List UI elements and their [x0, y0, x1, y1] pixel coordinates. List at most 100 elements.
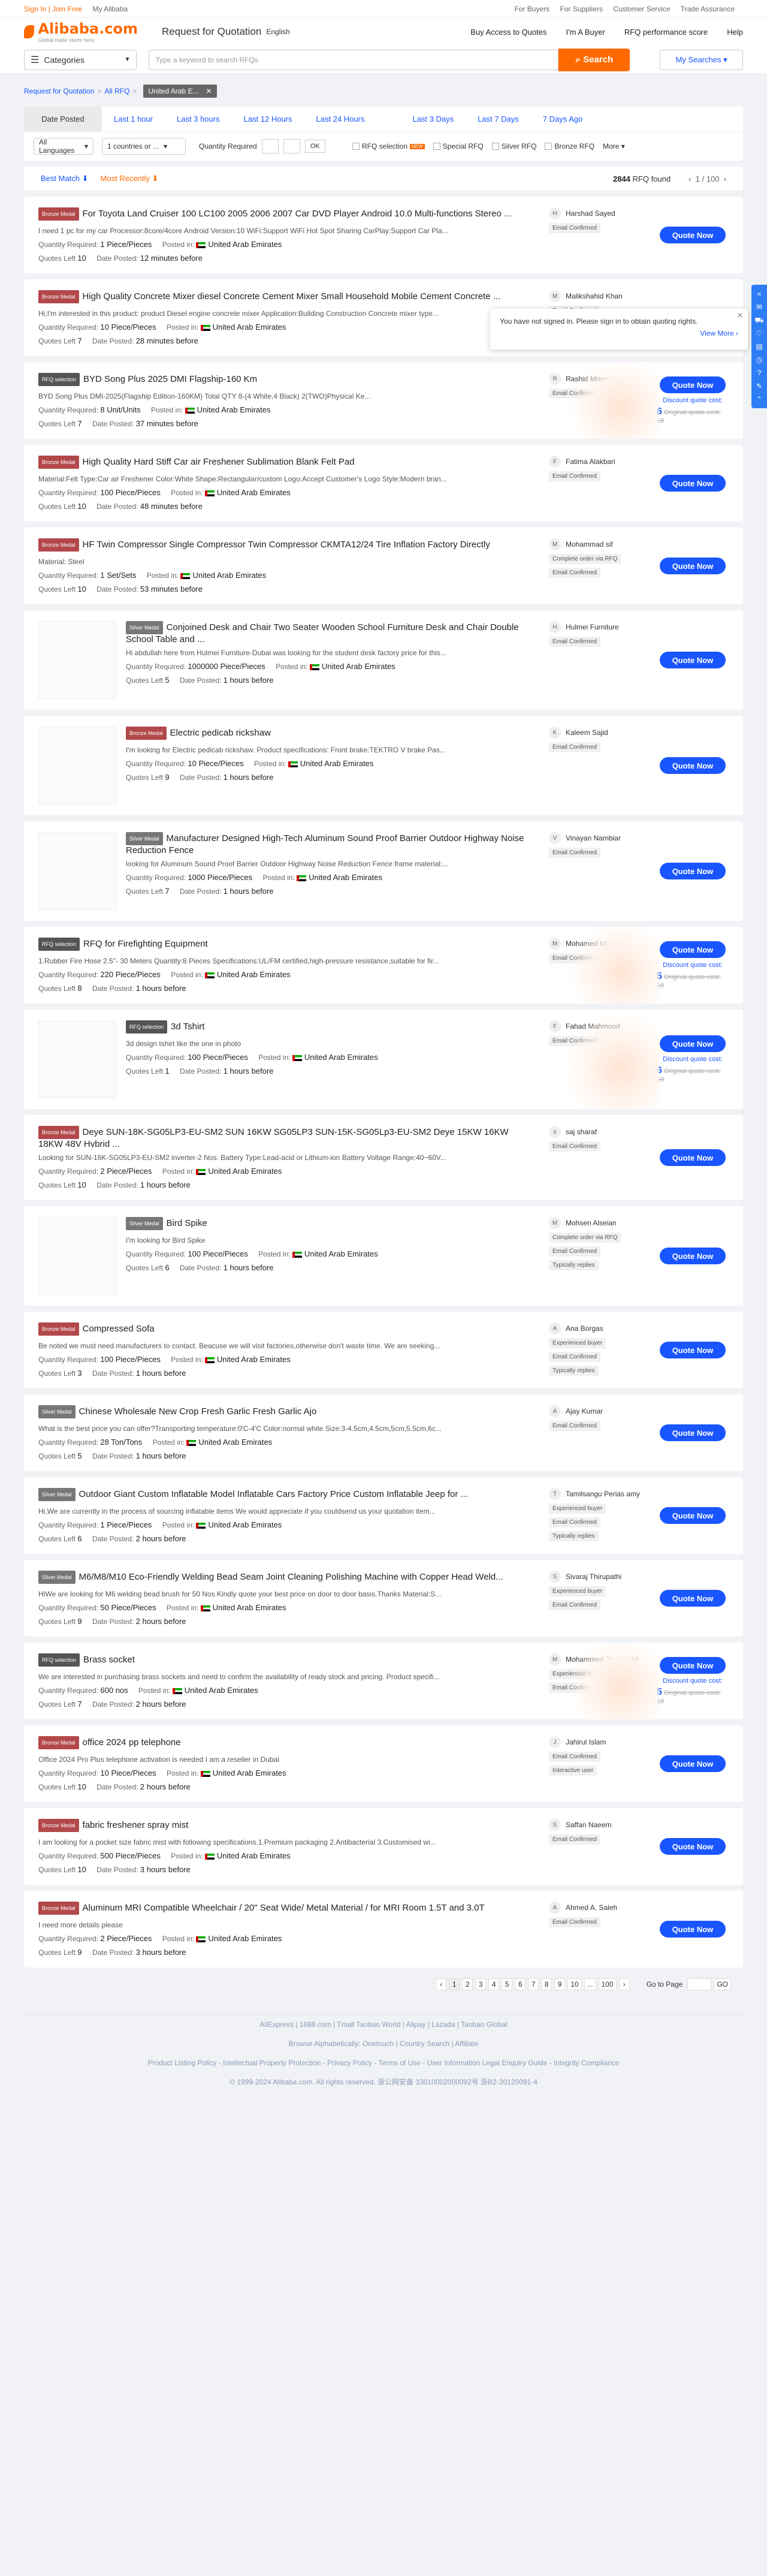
quote-now-button[interactable]: Quote Now: [660, 475, 726, 492]
prev-page-button[interactable]: ‹: [436, 1978, 447, 1990]
close-icon[interactable]: ✕: [206, 87, 212, 95]
rfq-card[interactable]: Silver Medal Manufacturer Designed High-T…: [24, 821, 743, 921]
rfq-card[interactable]: Silver Medal Conjoined Desk and Chair Two…: [24, 610, 743, 710]
search-input[interactable]: Type a keyword to search RFQs: [149, 49, 559, 70]
close-icon[interactable]: ✕: [737, 311, 743, 320]
rfq-card[interactable]: Bronze Medal HF Twin Compressor Single Co…: [24, 528, 743, 604]
rfq-card[interactable]: Bronze Medal fabric freshener spray mist I…: [24, 1808, 743, 1885]
quote-now-button[interactable]: Quote Now: [660, 1035, 726, 1052]
footer-links-1[interactable]: AliExpress | 1688.com | Tmall Taobao Wor…: [24, 2015, 743, 2034]
quote-now-button[interactable]: Quote Now: [660, 1248, 726, 1264]
rfq-image[interactable]: [38, 832, 116, 910]
rfq-title[interactable]: Silver Medal Manufacturer Designed High-T…: [126, 832, 531, 854]
signin-link[interactable]: Sign In | Join Free: [24, 5, 82, 13]
quote-now-button[interactable]: Quote Now: [660, 1149, 726, 1166]
page-number[interactable]: 3: [475, 1978, 487, 1990]
rfq-card[interactable]: RFQ selection 3d Tshirt 3d design tshirt l…: [24, 1010, 743, 1109]
rfq-title[interactable]: Silver Medal M6/M8/M10 Eco-Friendly Weldi…: [38, 1571, 531, 1584]
quote-now-button[interactable]: Quote Now: [660, 1507, 726, 1524]
rfq-card[interactable]: Bronze Medal Aluminum MRI Compatible Whee…: [24, 1891, 743, 1968]
page-number[interactable]: 5: [502, 1978, 513, 1990]
rfq-title[interactable]: RFQ selection 3d Tshirt: [126, 1020, 531, 1034]
breadcrumb-rfq[interactable]: Request for Quotation: [24, 87, 94, 95]
footer-links-2[interactable]: Browse Alphabetically: Onetouch | Countr…: [24, 2034, 743, 2053]
breadcrumb-all-rfq[interactable]: All RFQ: [104, 87, 129, 95]
rfq-image[interactable]: [38, 621, 116, 699]
quote-now-button[interactable]: Quote Now: [660, 1342, 726, 1358]
date-24h[interactable]: Last 24 Hours: [304, 115, 377, 123]
buy-access-link[interactable]: Buy Access to Quotes: [470, 28, 546, 37]
rfq-card[interactable]: RFQ selection BYD Song Plus 2025 DMI Flag…: [24, 362, 743, 439]
rfq-card[interactable]: Bronze Medal For Toyota Land Cruiser 100 …: [24, 197, 743, 273]
date-3h[interactable]: Last 3 hours: [165, 115, 232, 123]
rfq-title[interactable]: Bronze Medal For Toyota Land Cruiser 100 …: [38, 207, 531, 221]
rfq-card[interactable]: RFQ selection RFQ for Firefighting Equipm…: [24, 927, 743, 1004]
quote-now-button[interactable]: Quote Now: [660, 1657, 726, 1674]
page-number[interactable]: 9: [554, 1978, 566, 1990]
rfq-title[interactable]: Bronze Medal Deye SUN-18K-SG05LP3-EU-SM2 …: [38, 1126, 531, 1147]
date-3d[interactable]: Last 3 Days: [400, 115, 466, 123]
rfq-title[interactable]: Bronze Medal High Quality Hard Stiff Car …: [38, 456, 531, 469]
page-number[interactable]: 7: [528, 1978, 539, 1990]
sort-most-recently[interactable]: Most Recently ⬇: [101, 174, 159, 183]
rfq-card[interactable]: Bronze Medal Deye SUN-18K-SG05LP3-EU-SM2 …: [24, 1115, 743, 1200]
rfq-card[interactable]: Silver Medal Outdoor Giant Custom Inflata…: [24, 1477, 743, 1554]
quote-now-button[interactable]: Quote Now: [660, 1921, 726, 1938]
history-icon[interactable]: ◷: [751, 353, 767, 366]
quote-now-button[interactable]: Quote Now: [660, 652, 726, 668]
im-a-buyer-link[interactable]: I'm A Buyer: [566, 28, 605, 37]
rfq-title[interactable]: RFQ selection RFQ for Firefighting Equipm…: [38, 938, 531, 951]
page-number[interactable]: 1: [449, 1978, 460, 1990]
for-suppliers-menu[interactable]: For Suppliers: [560, 5, 603, 13]
page-number[interactable]: 8: [541, 1978, 552, 1990]
my-alibaba-link[interactable]: My Alibaba: [93, 5, 128, 13]
quote-now-button[interactable]: Quote Now: [660, 1424, 726, 1441]
top-icon[interactable]: ⌃: [751, 393, 767, 406]
rfq-performance-link[interactable]: RFQ performance score: [624, 28, 708, 37]
quote-now-button[interactable]: Quote Now: [660, 941, 726, 958]
rfq-card[interactable]: Bronze Medal Electric pedicab rickshaw I'm…: [24, 716, 743, 815]
date-12h[interactable]: Last 12 Hours: [232, 115, 304, 123]
cart-icon[interactable]: ⛟: [751, 314, 767, 327]
rfq-title[interactable]: Bronze Medal Compressed Sofa: [38, 1322, 531, 1336]
feedback-icon[interactable]: ✎: [751, 379, 767, 393]
qty-max-input[interactable]: [283, 139, 300, 153]
help-link[interactable]: Help: [727, 28, 743, 37]
rfq-title[interactable]: RFQ selection BYD Song Plus 2025 DMI Flag…: [38, 373, 531, 386]
quote-now-button[interactable]: Quote Now: [660, 376, 726, 393]
rfq-card[interactable]: Silver Medal Bird Spike I'm looking for Bi…: [24, 1206, 743, 1306]
for-buyers-menu[interactable]: For Buyers: [514, 5, 549, 13]
sort-best-match[interactable]: Best Match ⬇: [41, 174, 89, 183]
rfq-card[interactable]: Bronze Medal High Quality Hard Stiff Car …: [24, 445, 743, 522]
quote-now-button[interactable]: Quote Now: [660, 757, 726, 774]
qty-min-input[interactable]: [261, 139, 279, 153]
goto-page-input[interactable]: [687, 1978, 712, 1990]
rfq-title[interactable]: Bronze Medal office 2024 pp telephone: [38, 1736, 531, 1749]
quote-now-button[interactable]: Quote Now: [660, 1838, 726, 1855]
silver-rfq-checkbox[interactable]: Silver RFQ: [491, 142, 536, 150]
search-button[interactable]: ⌕ Search: [558, 48, 630, 71]
language-selector[interactable]: English: [266, 28, 289, 36]
rfq-title[interactable]: Bronze Medal Electric pedicab rickshaw: [126, 727, 531, 740]
quote-now-button[interactable]: Quote Now: [660, 227, 726, 243]
qty-ok-button[interactable]: OK: [304, 140, 325, 153]
next-page-button[interactable]: ›: [618, 1978, 630, 1990]
page-number[interactable]: 6: [515, 1978, 526, 1990]
rfq-card[interactable]: Bronze Medal Compressed Sofa Be noted we m…: [24, 1312, 743, 1388]
collapse-icon[interactable]: «: [751, 287, 767, 300]
rfq-card[interactable]: Silver Medal M6/M8/M10 Eco-Friendly Weldi…: [24, 1560, 743, 1637]
top-pager[interactable]: ‹ 1 / 100 ›: [689, 174, 726, 183]
my-searches-button[interactable]: My Searches ▾: [660, 49, 743, 70]
favorite-icon[interactable]: ♡: [751, 327, 767, 340]
rfq-title[interactable]: Silver Medal Outdoor Giant Custom Inflata…: [38, 1488, 531, 1501]
customer-service-menu[interactable]: Customer Service: [613, 5, 670, 13]
go-button[interactable]: GO: [714, 1978, 731, 1990]
rfq-title[interactable]: Silver Medal Bird Spike: [126, 1217, 531, 1230]
page-number[interactable]: ...: [584, 1978, 596, 1990]
view-more-link[interactable]: View More ›: [500, 329, 738, 338]
rfq-title[interactable]: Bronze Medal HF Twin Compressor Single Co…: [38, 538, 531, 552]
quote-now-button[interactable]: Quote Now: [660, 558, 726, 574]
categories-dropdown[interactable]: ☰ Categories ▼: [24, 49, 137, 70]
footer-links-3[interactable]: Product Listing Policy - Intellectual Pr…: [24, 2053, 743, 2072]
bronze-rfq-checkbox[interactable]: Bronze RFQ: [545, 142, 594, 150]
